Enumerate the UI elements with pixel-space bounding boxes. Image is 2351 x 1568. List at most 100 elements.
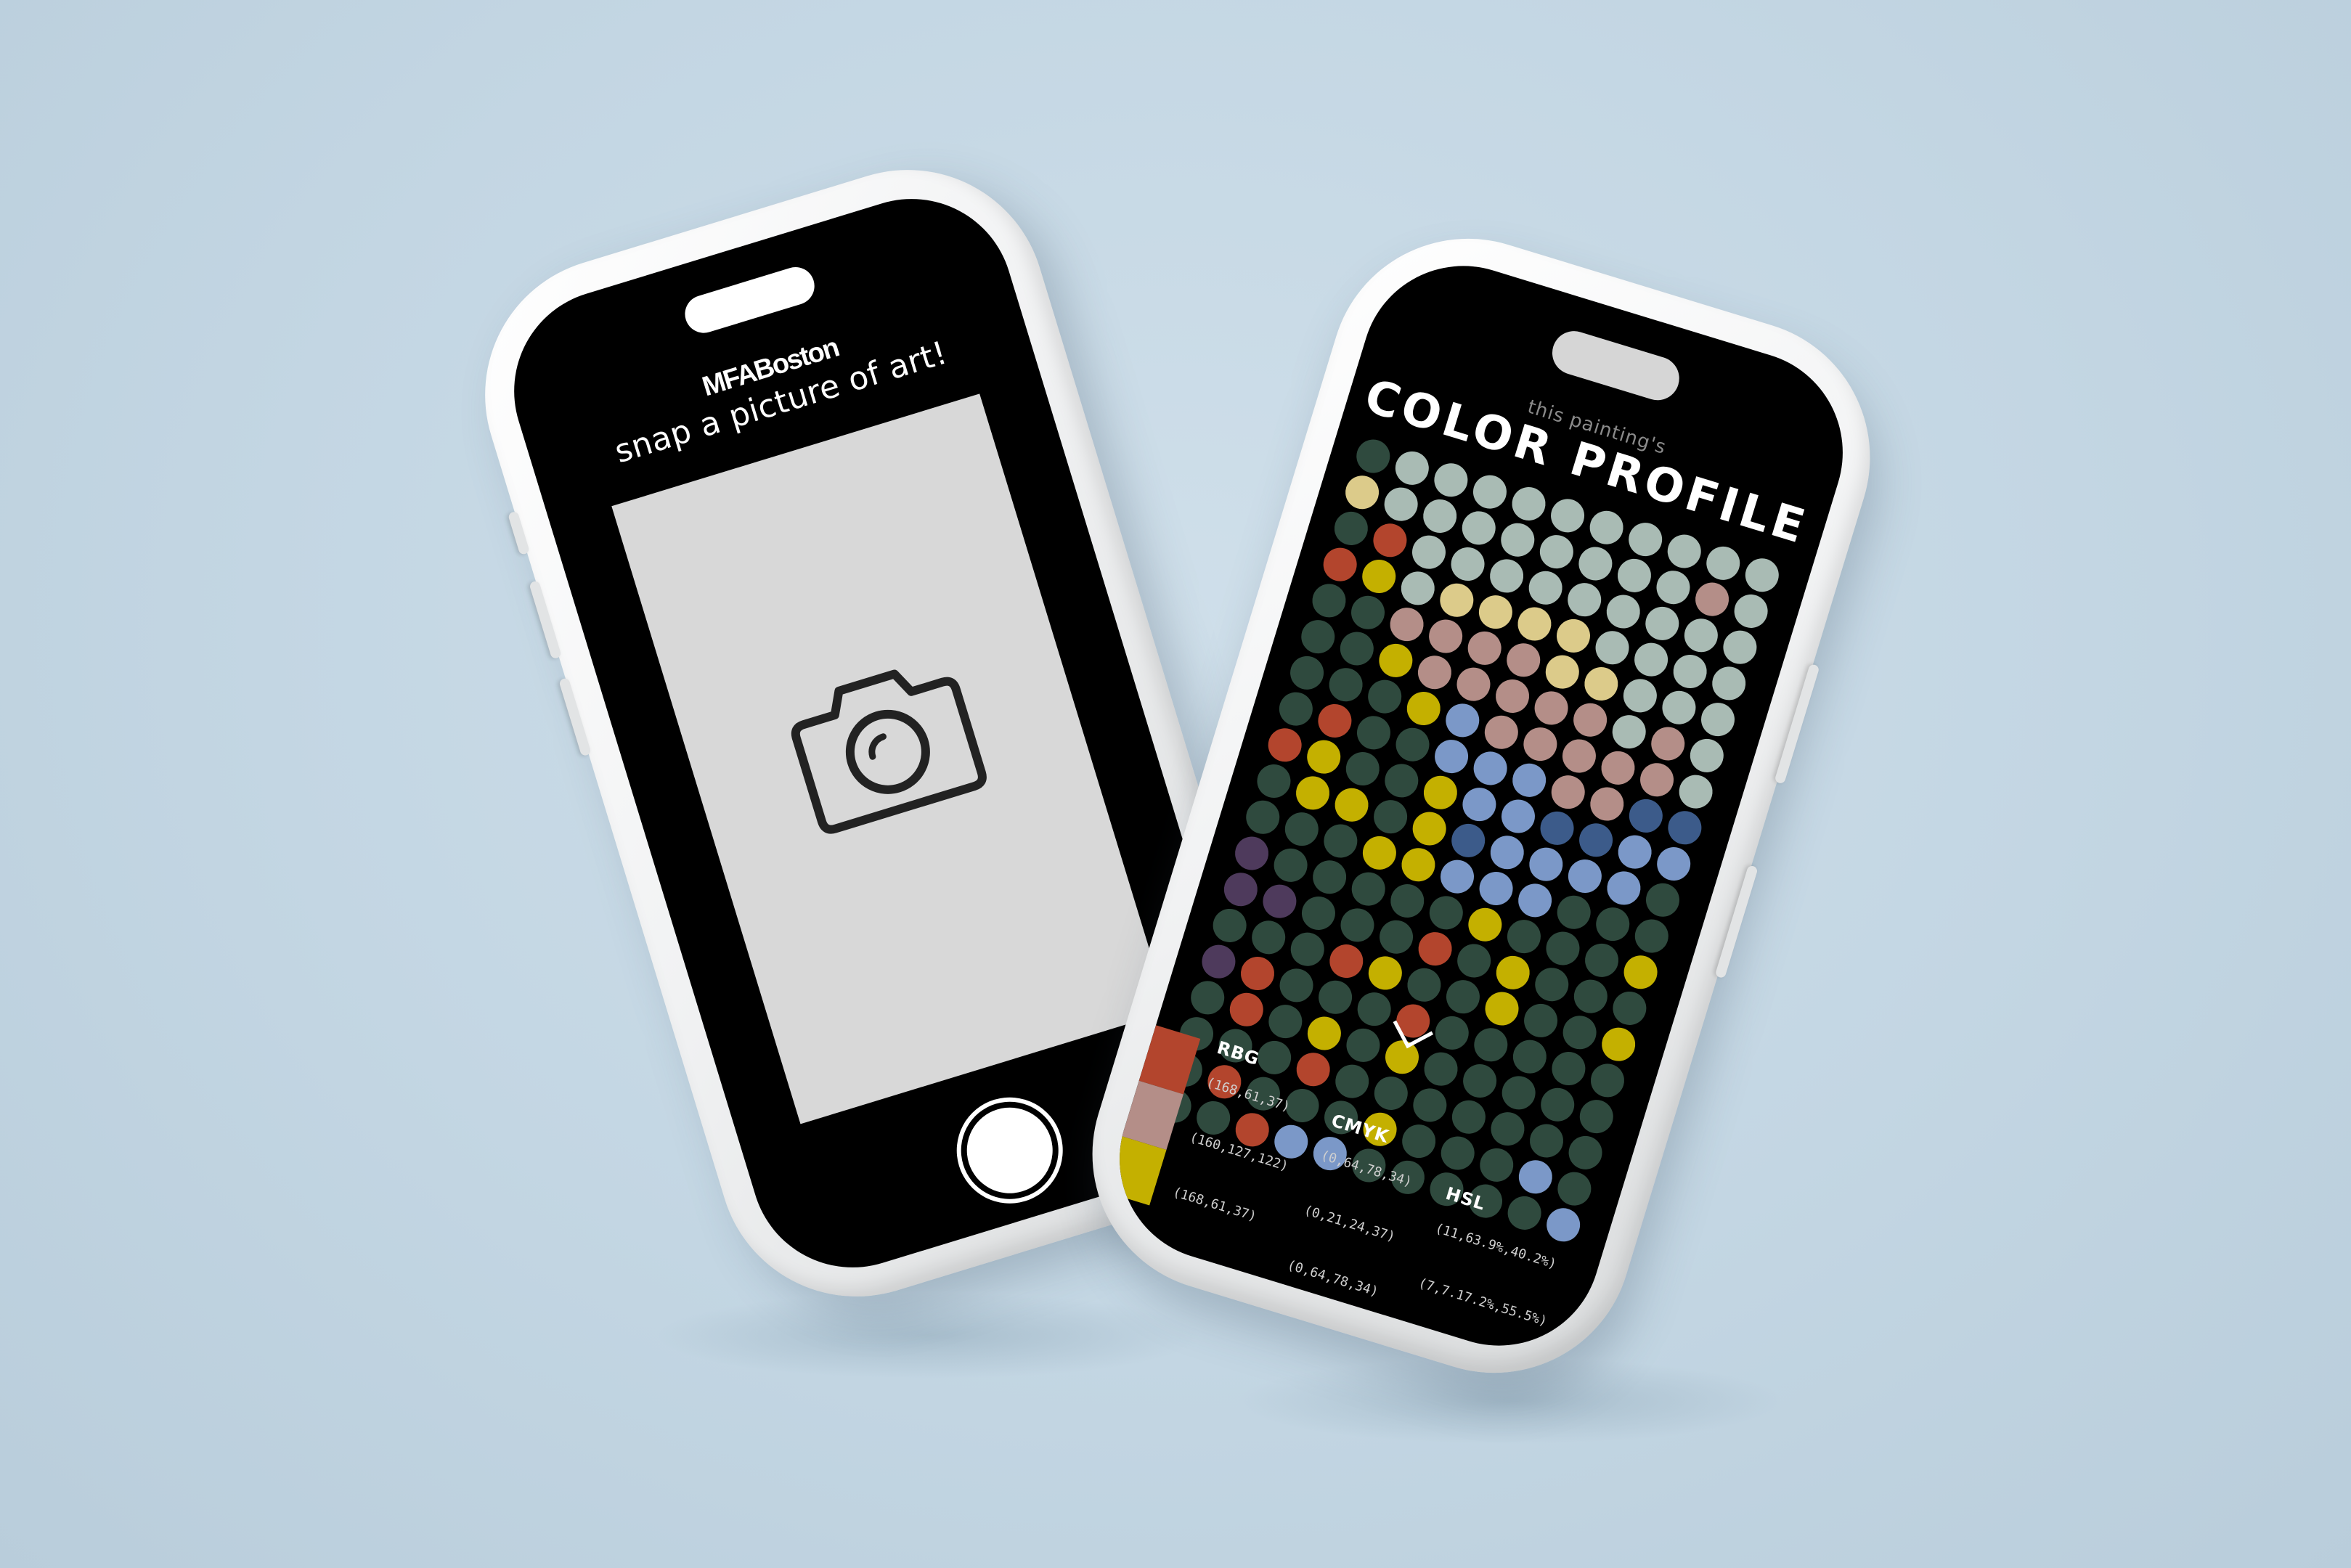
- color-dot: [1252, 760, 1295, 802]
- dynamic-island: [1547, 325, 1685, 406]
- color-dot: [1486, 1108, 1529, 1150]
- color-dot: [1430, 735, 1472, 777]
- color-dot: [1552, 891, 1595, 934]
- color-dot: [1491, 952, 1534, 994]
- color-dot: [1442, 976, 1484, 1018]
- color-dot: [1453, 939, 1495, 982]
- color-dot: [1547, 1048, 1590, 1090]
- color-dot: [1631, 915, 1673, 957]
- floor-shadow-left: [653, 1292, 1205, 1379]
- color-dot: [1308, 579, 1350, 622]
- color-dot: [1570, 975, 1612, 1018]
- color-dot: [1547, 494, 1589, 537]
- color-dot: [1403, 687, 1445, 730]
- color-dot: [1647, 722, 1689, 765]
- color-dot: [1547, 771, 1589, 813]
- color-swatch: [1104, 1136, 1167, 1206]
- color-dot: [1597, 747, 1639, 789]
- cmyk-value: (0,64,78,34): [1285, 1257, 1380, 1300]
- color-dot: [1530, 687, 1573, 730]
- color-dot: [1469, 470, 1511, 513]
- color-dot: [1536, 1084, 1578, 1126]
- color-dot: [1576, 1095, 1618, 1138]
- color-dot: [1525, 1119, 1568, 1162]
- color-dot: [1220, 868, 1262, 910]
- color-dot: [1336, 904, 1379, 947]
- color-dot: [1459, 1060, 1501, 1102]
- color-dot: [1281, 808, 1323, 850]
- color-dot: [1431, 1012, 1473, 1054]
- color-dot: [1491, 675, 1533, 717]
- color-dot: [1564, 1132, 1607, 1174]
- color-dot: [1680, 614, 1722, 657]
- color-dot: [1625, 795, 1667, 837]
- color-dot: [1186, 976, 1229, 1019]
- color-dot: [1641, 603, 1684, 645]
- color-dot: [1231, 832, 1273, 875]
- color-dot: [1347, 592, 1389, 634]
- color-dot: [1497, 795, 1539, 838]
- color-dot: [1408, 807, 1451, 850]
- color-dot: [1452, 663, 1495, 706]
- color-dot: [1425, 615, 1467, 658]
- color-dot: [1447, 820, 1489, 862]
- color-dot: [1524, 567, 1567, 609]
- camera-viewfinder[interactable]: [611, 393, 1169, 1124]
- color-dot: [1353, 711, 1395, 754]
- color-dot: [1619, 951, 1662, 993]
- color-dot: [1592, 903, 1634, 945]
- color-dot: [1475, 1144, 1517, 1186]
- color-dot: [1668, 650, 1711, 693]
- color-dot: [1435, 579, 1478, 621]
- side-button-lower: [1714, 865, 1759, 979]
- color-dot: [1391, 447, 1433, 489]
- color-dot: [1448, 1096, 1490, 1138]
- color-dot: [1636, 759, 1678, 801]
- color-dot: [1369, 519, 1411, 562]
- color-dot: [1619, 674, 1661, 717]
- color-dot: [1314, 976, 1356, 1018]
- color-dot: [1658, 687, 1700, 729]
- color-dot: [1391, 723, 1434, 766]
- color-dot: [1403, 964, 1446, 1006]
- color-dot: [1263, 724, 1306, 767]
- color-dot: [1553, 1167, 1596, 1210]
- power-button: [1774, 663, 1820, 785]
- mute-switch: [508, 510, 530, 556]
- color-dot: [1269, 844, 1312, 886]
- color-dot: [1520, 1000, 1562, 1042]
- color-dot: [1297, 616, 1339, 658]
- color-dot: [1591, 626, 1634, 669]
- color-dot: [1531, 963, 1573, 1005]
- color-dot: [1624, 518, 1666, 560]
- color-dot: [1719, 626, 1761, 669]
- right-phone-screen: this painting's COLOR PROFILE RBG (168,6…: [1094, 240, 1868, 1371]
- color-dot: [1414, 928, 1456, 970]
- color-dot: [1708, 662, 1750, 705]
- color-dot: [1525, 843, 1568, 886]
- color-dot: [1558, 735, 1600, 777]
- color-dot: [1330, 507, 1372, 550]
- color-dot: [1236, 952, 1279, 995]
- color-dot: [1507, 483, 1550, 525]
- color-dot: [1552, 615, 1594, 657]
- color-dot: [1353, 988, 1395, 1030]
- color-dot: [1702, 542, 1744, 584]
- color-dot: [1375, 915, 1417, 958]
- color-dot: [1613, 555, 1655, 597]
- color-dot: [1509, 1035, 1551, 1078]
- color-dot: [1729, 590, 1772, 632]
- color-dot: [1563, 579, 1605, 621]
- color-dot: [1697, 698, 1739, 740]
- color-dot: [1358, 832, 1401, 874]
- color-dot: [1602, 867, 1645, 910]
- color-dot: [1275, 964, 1318, 1007]
- color-dot: [1374, 640, 1417, 682]
- shutter-button-icon[interactable]: [956, 1097, 1064, 1204]
- rgb-value: (168,61,37): [1205, 1074, 1292, 1115]
- color-dot: [1536, 807, 1578, 849]
- volume-down-button: [558, 677, 592, 757]
- color-dot: [1414, 651, 1456, 693]
- color-dot: [1470, 1024, 1512, 1066]
- color-dot: [1397, 567, 1439, 610]
